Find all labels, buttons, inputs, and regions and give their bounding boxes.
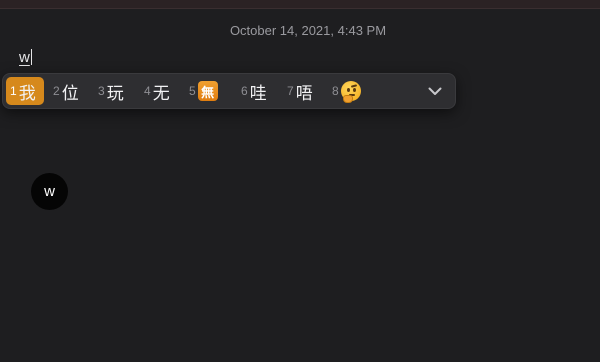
chevron-down-icon: [428, 87, 442, 95]
candidate-8[interactable]: 8: [332, 77, 361, 105]
candidate-2[interactable]: 2 位: [53, 77, 79, 105]
avatar[interactable]: w: [31, 173, 68, 210]
candidate-number: 8: [332, 84, 339, 98]
wu-emoji-icon: 無: [197, 81, 218, 101]
candidate-number: 4: [144, 84, 151, 98]
candidate-text: 位: [61, 83, 79, 104]
title-bar-strip: [0, 0, 600, 9]
candidate-3[interactable]: 3 玩: [98, 77, 124, 105]
candidate-4[interactable]: 4 无: [144, 77, 170, 105]
thinking-face-icon: [340, 81, 361, 103]
expand-candidates-button[interactable]: [423, 79, 447, 103]
candidate-5[interactable]: 5 無: [189, 77, 218, 105]
candidate-number: 6: [241, 84, 248, 98]
candidate-text: 玩: [106, 83, 124, 104]
candidate-text: 我: [18, 83, 36, 104]
candidate-1[interactable]: 1 我: [6, 77, 44, 105]
candidate-number: 2: [53, 84, 60, 98]
text-caret: [30, 49, 32, 65]
messages-window: October 14, 2021, 4:43 PM w 1 我 2 位 3 玩 …: [0, 0, 600, 362]
marked-composition-text: w: [19, 49, 30, 66]
candidate-number: 5: [189, 84, 196, 98]
candidate-number: 7: [287, 84, 294, 98]
candidate-text: 无: [152, 83, 170, 104]
candidate-text: 唔: [295, 83, 313, 104]
message-input[interactable]: w: [19, 49, 32, 66]
candidate-7[interactable]: 7 唔: [287, 77, 313, 105]
candidate-number: 3: [98, 84, 105, 98]
ime-candidate-bar: 1 我 2 位 3 玩 4 无 5 無 6 哇 7 唔 8: [2, 73, 456, 109]
candidate-number: 1: [10, 84, 17, 98]
conversation-timestamp: October 14, 2021, 4:43 PM: [229, 23, 387, 38]
candidate-6[interactable]: 6 哇: [241, 77, 267, 105]
candidate-text: 哇: [249, 83, 267, 104]
